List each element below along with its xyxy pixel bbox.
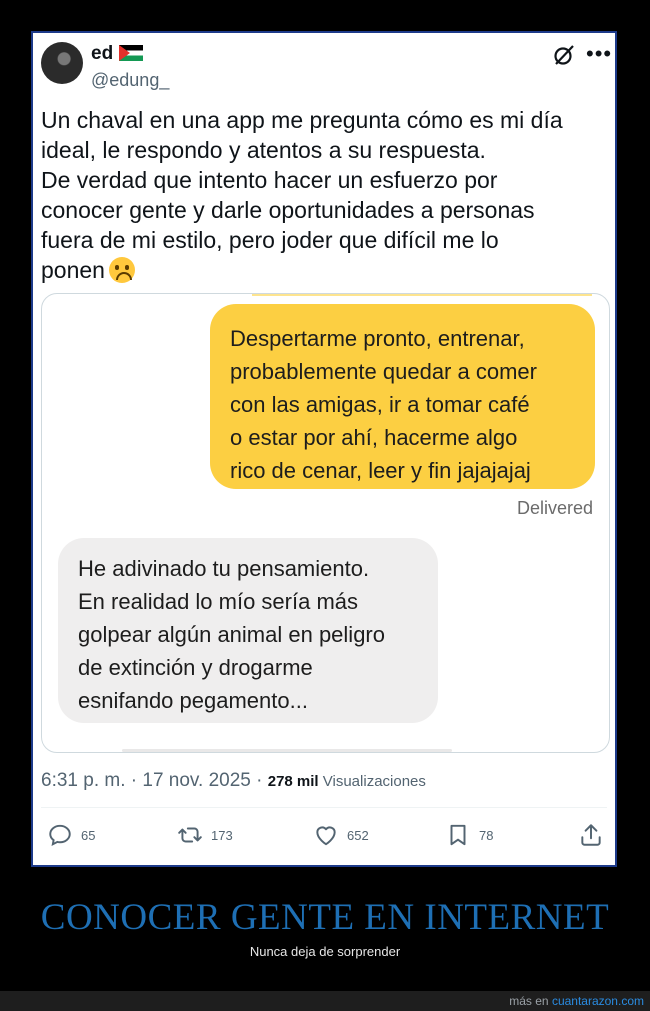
cropped-bubble-edge-bottom xyxy=(122,749,452,752)
share-button[interactable] xyxy=(578,821,612,849)
like-button[interactable]: 652 xyxy=(313,821,369,849)
caption-title: CONOCER GENTE EN INTERNET xyxy=(40,897,610,938)
bookmark-icon xyxy=(450,824,466,846)
reply-count: 65 xyxy=(81,827,96,843)
tweet-timestamp[interactable]: 6:31 p. m. · 17 nov. 2025 · 278 mil Visu… xyxy=(41,770,426,792)
user-handle[interactable]: @edung_ xyxy=(91,70,169,91)
display-name[interactable]: ed xyxy=(91,43,144,65)
display-name-text: ed xyxy=(91,43,114,64)
tweet-time: 6:31 p. m. · 17 nov. 2025 · xyxy=(41,770,268,791)
avatar[interactable] xyxy=(41,42,83,84)
like-count: 652 xyxy=(347,827,369,843)
received-message-bubble: He adivinado tu pensamiento. En realidad… xyxy=(58,538,438,723)
palestine-flag-icon xyxy=(119,45,144,61)
share-icon xyxy=(581,824,601,846)
delivery-status: Delivered xyxy=(517,498,594,518)
cropped-bubble-edge xyxy=(252,294,592,296)
views-count: 278 mil xyxy=(267,773,319,790)
tweet-frame: ed @edung_ ••• Un chaval en una app me p… xyxy=(31,31,617,867)
reply-button[interactable]: 65 xyxy=(47,821,95,849)
chat-screenshot[interactable]: Despertarme pronto, entrenar, probableme… xyxy=(41,293,610,753)
site-link[interactable]: cuantarazon.com xyxy=(552,994,644,1008)
footer-prefix: más en xyxy=(509,994,552,1008)
caption-subtitle: Nunca deja de sorprender xyxy=(249,944,401,959)
grok-icon[interactable] xyxy=(552,43,576,67)
bookmark-count: 78 xyxy=(479,827,494,843)
tweet-card: ed @edung_ ••• Un chaval en una app me p… xyxy=(33,33,615,865)
views-label: Visualizaciones xyxy=(318,773,426,790)
like-icon xyxy=(316,826,336,846)
action-bar: 65 173 652 78 xyxy=(33,815,615,861)
tweet-text: Un chaval en una app me pregunta cómo es… xyxy=(41,105,601,285)
retweet-icon xyxy=(178,827,202,843)
retweet-count: 173 xyxy=(211,827,233,843)
reply-icon xyxy=(49,824,71,846)
bookmark-button[interactable]: 78 xyxy=(445,821,493,849)
more-icon[interactable]: ••• xyxy=(586,41,612,67)
divider xyxy=(41,807,607,808)
sent-message-bubble: Despertarme pronto, entrenar, probableme… xyxy=(210,304,595,489)
retweet-button[interactable]: 173 xyxy=(177,821,233,849)
upside-down-face-icon xyxy=(108,257,135,283)
footer-text: más en cuantarazon.com xyxy=(509,994,644,1008)
site-footer: más en cuantarazon.com xyxy=(0,991,650,1011)
